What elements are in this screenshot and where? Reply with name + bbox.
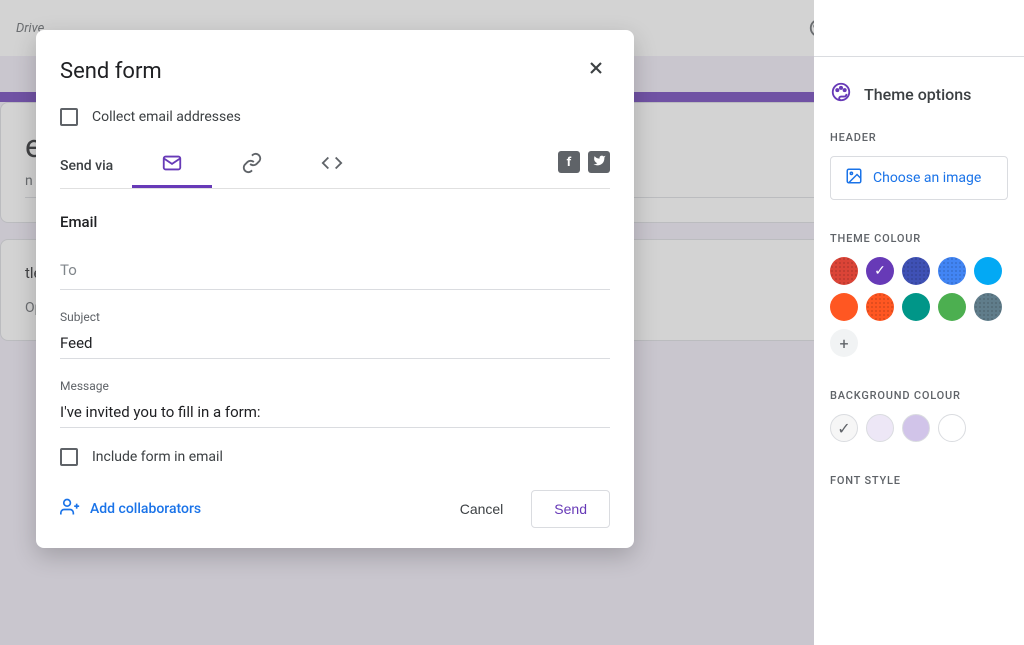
send-via-label: Send via <box>60 158 132 174</box>
embed-icon <box>321 152 343 178</box>
link-icon <box>241 152 263 178</box>
include-form-checkbox[interactable] <box>60 448 78 466</box>
include-form-label: Include form in email <box>92 449 223 465</box>
bg-colour-swatch[interactable] <box>902 414 930 442</box>
theme-colour-label: THEME COLOUR <box>830 232 1008 245</box>
background-colour-label: BACKGROUND COLOUR <box>830 389 1008 402</box>
tab-link[interactable] <box>212 144 292 188</box>
facebook-share-button[interactable]: f <box>558 151 580 173</box>
tab-email[interactable] <box>132 144 212 188</box>
choose-image-button[interactable]: Choose an image <box>830 156 1008 200</box>
person-add-icon <box>60 497 80 521</box>
colour-swatch[interactable] <box>866 293 894 321</box>
message-label: Message <box>60 379 610 393</box>
add-collaborators-button[interactable]: Add collaborators <box>60 497 201 521</box>
theme-options-title: Theme options <box>830 81 1008 107</box>
facebook-icon: f <box>567 155 572 170</box>
close-button[interactable] <box>582 54 610 88</box>
twitter-share-button[interactable] <box>588 151 610 173</box>
subject-input[interactable] <box>60 328 610 359</box>
bg-colour-swatch[interactable] <box>866 414 894 442</box>
send-form-modal: Send form Collect email addresses Send v… <box>36 30 634 548</box>
tab-embed[interactable] <box>292 144 372 188</box>
modal-title: Send form <box>60 59 162 84</box>
close-icon <box>586 61 606 83</box>
font-style-label: FONT STYLE <box>830 474 1008 487</box>
collect-emails-checkbox[interactable] <box>60 108 78 126</box>
email-icon <box>161 152 183 178</box>
bg-colour-swatch-selected[interactable]: ✓ <box>830 414 858 442</box>
bg-colour-swatch[interactable] <box>938 414 966 442</box>
image-icon <box>845 167 863 189</box>
to-input[interactable] <box>60 251 610 290</box>
colour-swatch[interactable] <box>938 257 966 285</box>
subject-label: Subject <box>60 310 610 324</box>
palette-icon <box>830 81 852 107</box>
colour-swatch[interactable] <box>830 257 858 285</box>
colour-swatch[interactable] <box>974 257 1002 285</box>
send-submit-button[interactable]: Send <box>531 490 610 528</box>
colour-swatch-selected[interactable] <box>866 257 894 285</box>
cancel-button[interactable]: Cancel <box>440 490 524 528</box>
email-section-title: Email <box>60 213 610 231</box>
message-input[interactable] <box>60 397 610 428</box>
add-colour-button[interactable]: + <box>830 329 858 357</box>
colour-swatch[interactable] <box>938 293 966 321</box>
twitter-icon <box>593 154 606 171</box>
collect-emails-label: Collect email addresses <box>92 109 241 125</box>
colour-swatch[interactable] <box>902 293 930 321</box>
colour-swatch[interactable] <box>902 257 930 285</box>
header-section-label: HEADER <box>830 131 1008 144</box>
colour-swatch[interactable] <box>974 293 1002 321</box>
colour-swatch[interactable] <box>830 293 858 321</box>
background-colour-swatches: ✓ <box>830 414 1008 442</box>
theme-colour-swatches: + <box>830 257 1008 357</box>
